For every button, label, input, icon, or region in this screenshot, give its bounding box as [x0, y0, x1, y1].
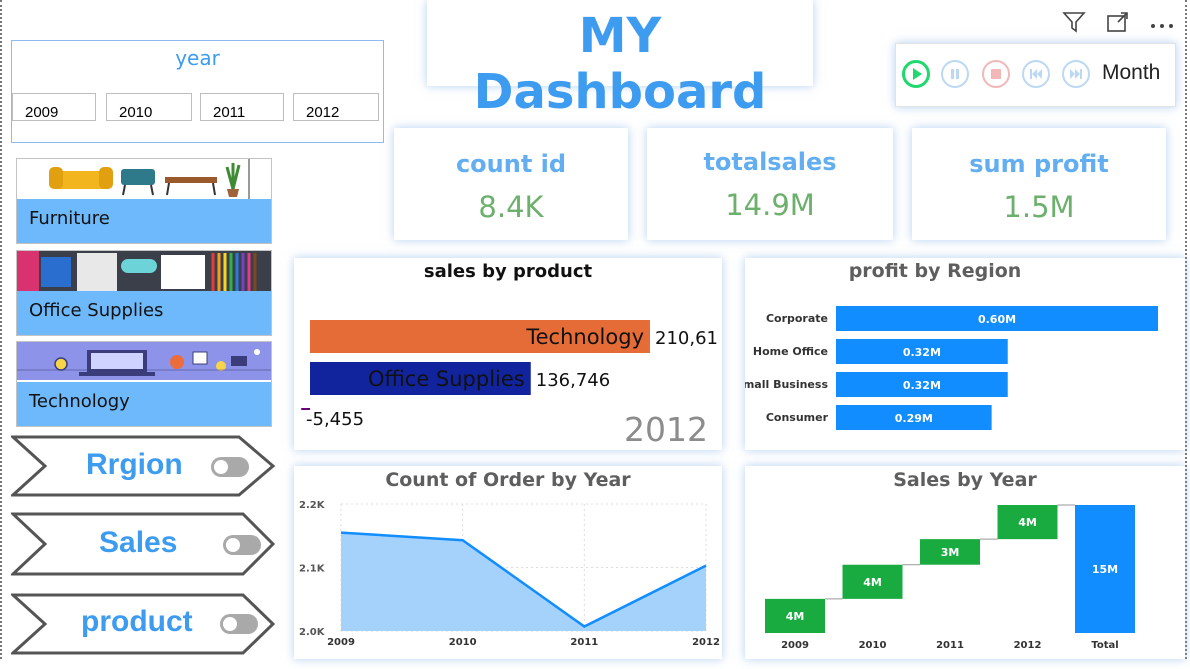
category-office-supplies-label: Office Supplies — [17, 291, 271, 335]
nav-button-region[interactable]: Rrgion — [11, 435, 276, 511]
year-slicer: year 2009 2010 2011 2012 — [11, 40, 384, 143]
play-icon[interactable] — [902, 60, 930, 88]
category-furniture-label: Furniture — [17, 199, 271, 243]
year-option-2009[interactable]: 2009 — [12, 93, 96, 121]
x-tick-label: Total — [1091, 640, 1118, 651]
count-of-order-plot: 2.0K 2.1K 2.2K 2009 2010 2011 2012 — [299, 500, 720, 648]
kpi-title: sum profit — [969, 150, 1109, 178]
title-card: MY Dashboard — [427, 0, 813, 120]
nav-button-label: product — [81, 605, 193, 638]
pause-icon[interactable] — [941, 60, 969, 88]
kpi-card-count-id: count id 8.4K — [394, 128, 628, 240]
sales-by-product-chart: sales by product Technology 210,61 Office … — [294, 258, 722, 450]
right-border — [1185, 0, 1187, 659]
nav-button-sales[interactable]: Sales — [11, 512, 276, 588]
bar-category-label: Office Supplies — [368, 367, 525, 391]
left-border — [0, 0, 2, 659]
count-of-order-chart: Count of Order by Year 2.0K 2.1K 2.2K 2009 2… — [294, 466, 722, 659]
category-technology[interactable]: Technology — [16, 341, 272, 427]
nav-button-label: Sales — [99, 526, 178, 559]
data-label: 15M — [1092, 563, 1118, 576]
y-tick-label: 2.1K — [299, 564, 326, 575]
data-label: 4M — [863, 576, 882, 589]
previous-icon[interactable] — [1022, 60, 1050, 88]
x-tick-label: 2012 — [692, 637, 720, 648]
nav-button-label: Rrgion — [86, 448, 183, 481]
x-tick-label: 2010 — [449, 637, 477, 648]
category-label: Corporate — [766, 312, 828, 325]
year-option-2012[interactable]: 2012 — [293, 93, 379, 121]
data-label: 210,61 — [655, 328, 718, 349]
visual-header — [1062, 10, 1174, 38]
area-fill — [341, 532, 706, 631]
data-label: 0.29M — [895, 412, 933, 425]
focus-mode-icon[interactable] — [1106, 11, 1130, 37]
x-tick-label: 2011 — [936, 640, 964, 651]
x-tick-label: 2009 — [781, 640, 809, 651]
data-label: 0.60M — [978, 313, 1016, 326]
page-title: MY Dashboard — [473, 8, 767, 120]
kpi-value: 1.5M — [1003, 190, 1075, 224]
data-label: 3M — [941, 546, 960, 559]
kpi-title: totalsales — [703, 148, 837, 176]
sales-by-year-plot: 4M 2009 4M 2010 3M 2011 4M 2012 15M Total — [765, 504, 1135, 651]
play-axis-field-label: Month — [1102, 61, 1161, 84]
data-label: -5,455 — [306, 409, 364, 430]
year-option-2010[interactable]: 2010 — [106, 93, 192, 121]
sales-by-year-chart: Sales by Year 4M 2009 4M 2010 3M 2011 4M 2012 15… — [745, 466, 1185, 659]
category-label: Home Office — [753, 345, 828, 358]
data-label: 136,746 — [536, 370, 610, 391]
data-label: 4M — [786, 610, 805, 623]
x-tick-label: 2012 — [1014, 640, 1042, 651]
year-option-2011[interactable]: 2011 — [200, 93, 284, 121]
category-furniture[interactable]: Furniture — [16, 158, 272, 244]
kpi-title: count id — [455, 150, 567, 178]
x-tick-label: 2010 — [859, 640, 887, 651]
kpi-card-totalsales: totalsales 14.9M — [647, 128, 893, 240]
x-tick-label: 2011 — [570, 637, 598, 648]
more-options-icon[interactable] — [1150, 15, 1174, 34]
next-icon[interactable] — [1062, 60, 1090, 88]
profit-by-region-plot: Corporate 0.60M Home Office 0.32M Small Busi… — [745, 306, 1158, 430]
y-tick-label: 2.0K — [299, 627, 326, 638]
data-label: 0.32M — [903, 346, 941, 359]
year-slicer-title: year — [175, 46, 220, 70]
play-axis-value: 2012 — [624, 410, 708, 449]
bar-category-label: Technology — [525, 325, 644, 349]
category-label: Small Business — [745, 378, 828, 391]
toggle-icon — [220, 614, 258, 634]
toggle-icon — [223, 535, 261, 555]
filter-icon[interactable] — [1062, 10, 1086, 38]
profit-by-region-chart: profit by Region Corporate 0.60M Home Offi… — [745, 258, 1185, 450]
kpi-value: 14.9M — [725, 188, 815, 222]
kpi-card-sum-profit: sum profit 1.5M — [912, 128, 1166, 240]
office-supplies-image — [17, 251, 271, 291]
x-tick-label: 2009 — [327, 637, 355, 648]
technology-image — [17, 342, 271, 380]
play-axis: Month — [895, 43, 1176, 107]
data-label: 0.32M — [903, 379, 941, 392]
kpi-value: 8.4K — [478, 190, 544, 224]
category-label: Consumer — [766, 411, 829, 424]
category-office-supplies[interactable]: Office Supplies — [16, 250, 272, 336]
nav-button-product[interactable]: product — [11, 593, 276, 669]
toggle-icon — [211, 457, 249, 477]
stop-icon[interactable] — [982, 60, 1010, 88]
data-label: 4M — [1018, 516, 1037, 529]
furniture-image — [17, 159, 271, 199]
category-technology-label: Technology — [17, 382, 271, 426]
y-tick-label: 2.2K — [299, 500, 326, 511]
